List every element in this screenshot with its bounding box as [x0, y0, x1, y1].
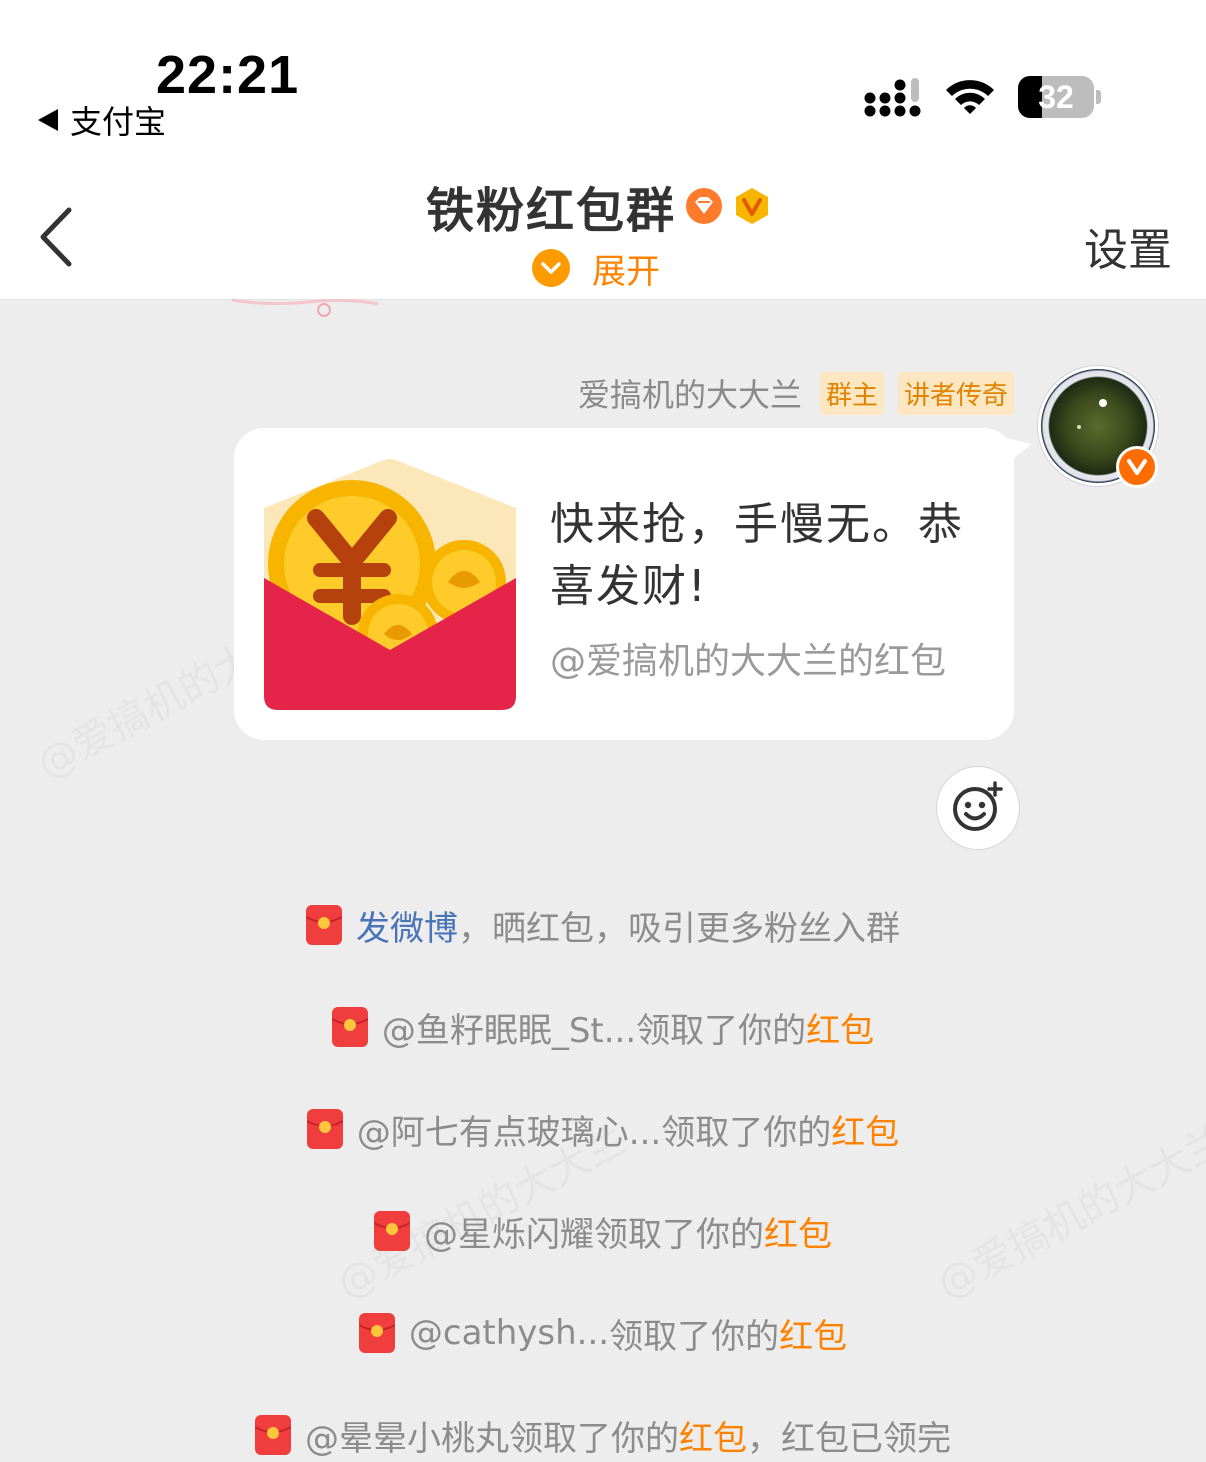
- notice-action: 领取了你的: [661, 1112, 832, 1153]
- verified-v-icon: [1116, 446, 1158, 488]
- chevron-left-icon: [40, 207, 72, 267]
- notice-claimed: @鱼籽眠眠_St... 领取了你的 红包: [0, 1002, 1206, 1052]
- notice-claimed-finished: @晕晕小桃丸 领取了你的 红包 ，红包已领完: [0, 1410, 1206, 1460]
- back-button[interactable]: [30, 202, 80, 272]
- red-packet-link[interactable]: 红包: [806, 1003, 874, 1052]
- battery-icon: 32: [1018, 76, 1094, 118]
- back-app-label: 支付宝: [70, 103, 167, 141]
- bubble-tail: [1006, 438, 1032, 464]
- red-packet-from: @爱搞机的大大兰的红包: [550, 641, 947, 682]
- red-packet-icon: [331, 1007, 368, 1047]
- red-packet-icon: [358, 1313, 395, 1353]
- back-triangle-icon: [38, 109, 58, 131]
- status-time: 22:21: [156, 45, 300, 105]
- red-packet-icon: [255, 1415, 291, 1455]
- diamond-badge-icon: [686, 188, 723, 224]
- red-packet-link[interactable]: 红包: [679, 1411, 747, 1460]
- verified-v-badge-icon: [736, 188, 769, 224]
- group-title-row[interactable]: 铁粉红包群: [426, 176, 772, 239]
- signal-icon: [864, 78, 921, 117]
- battery-tip: [1096, 90, 1101, 104]
- notice-claimed: @星烁闪耀 领取了你的 红包: [0, 1206, 1206, 1256]
- notice-user[interactable]: @阿七有点玻璃心...: [357, 1105, 661, 1154]
- red-packet-envelope-icon: [264, 459, 516, 710]
- red-packet-link[interactable]: 红包: [764, 1207, 832, 1256]
- notice-action: 领取了你的: [594, 1214, 764, 1255]
- notice-suffix: ，红包已领完: [747, 1418, 951, 1459]
- expand-toggle[interactable]: 展开: [532, 246, 660, 292]
- notice-action: 领取了你的: [509, 1418, 679, 1459]
- back-to-app-button[interactable]: 支付宝: [38, 100, 167, 141]
- red-packet-icon: [374, 1211, 410, 1251]
- sender-name[interactable]: 爱搞机的大大兰: [578, 370, 802, 416]
- emoji-plus-icon: [953, 781, 1003, 831]
- notice-user[interactable]: @cathysh...: [409, 1313, 609, 1353]
- message-sender-row: 爱搞机的大大兰 群主 讲者传奇: [578, 370, 1014, 416]
- add-reaction-button[interactable]: [936, 766, 1020, 850]
- group-title: 铁粉红包群: [426, 183, 677, 239]
- red-packet-text: 快来抢，手慢无。恭喜发财!: [550, 499, 964, 612]
- red-packet-link[interactable]: 红包: [779, 1309, 847, 1358]
- post-weibo-link[interactable]: 发微博: [356, 901, 458, 950]
- red-packet-icon: [306, 1109, 343, 1149]
- rank-tag: 讲者传奇: [897, 371, 1014, 415]
- notice-user[interactable]: @星烁闪耀: [424, 1207, 594, 1256]
- wifi-icon: [946, 80, 994, 114]
- notice-user[interactable]: @鱼籽眠眠_St...: [382, 1003, 636, 1052]
- notice-claimed: @cathysh... 领取了你的 红包: [0, 1308, 1206, 1358]
- notice-share-weibo: 发微博 ，晒红包，吸引更多粉丝入群: [0, 900, 1206, 950]
- settings-button[interactable]: 设置: [1084, 214, 1172, 278]
- notice-action: 领取了你的: [636, 1010, 807, 1051]
- sender-avatar[interactable]: [1038, 366, 1158, 488]
- notice-claimed: @阿七有点玻璃心... 领取了你的 红包: [0, 1104, 1206, 1154]
- red-packet-icon: [306, 905, 342, 945]
- chevron-down-icon: [532, 249, 570, 287]
- owner-tag: 群主: [819, 371, 884, 415]
- chat-header: 铁粉红包群 展开 设置: [0, 150, 1206, 300]
- status-bar: 22:21 支付宝 32: [0, 0, 1206, 150]
- notice-user[interactable]: @晕晕小桃丸: [305, 1411, 509, 1460]
- expand-label: 展开: [592, 251, 660, 292]
- red-packet-link[interactable]: 红包: [831, 1105, 899, 1154]
- battery-percentage: 32: [1038, 78, 1074, 115]
- sticker-fragment: [231, 298, 379, 317]
- notice-text: ，晒红包，吸引更多粉丝入群: [458, 908, 900, 949]
- notice-action: 领取了你的: [609, 1316, 780, 1357]
